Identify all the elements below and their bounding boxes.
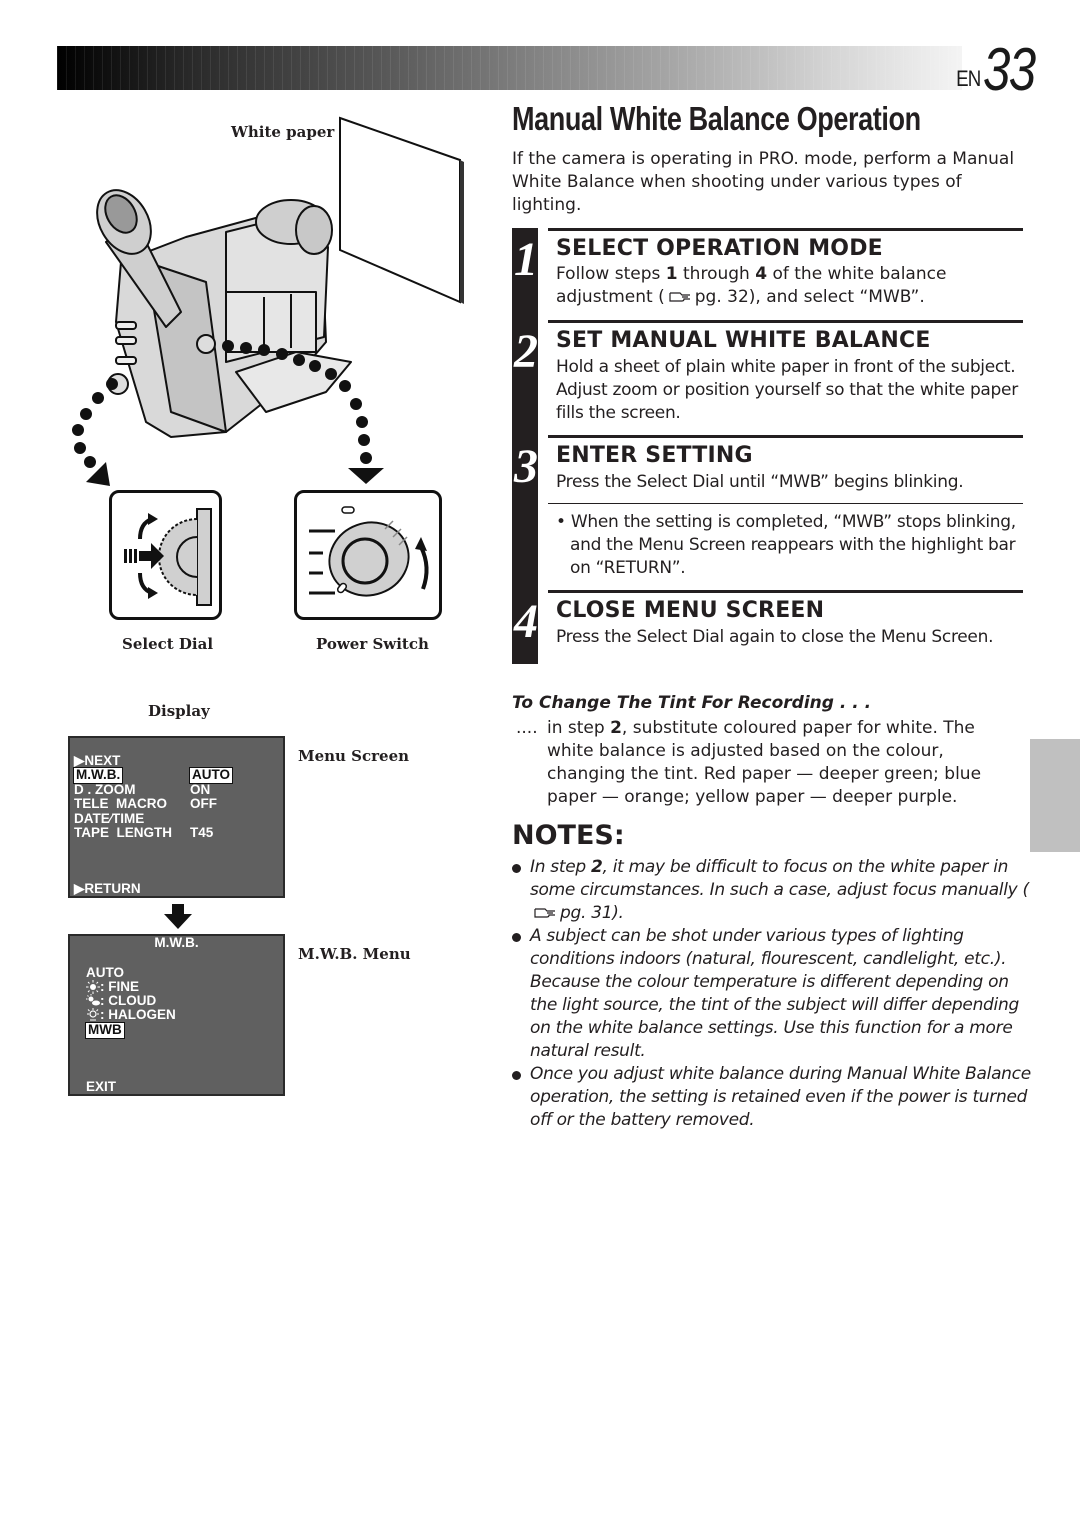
- text-span: , it may be difficult to focus on the wh…: [530, 857, 1029, 900]
- tint-leader: ....: [516, 718, 538, 738]
- white-paper-sheet: [339, 116, 464, 304]
- text-span: in step: [547, 718, 611, 738]
- mwb-menu-label: M.W.B. Menu: [298, 945, 411, 963]
- mwb-menu-osd: M.W.B. AUTO : FINE : CLOUD : HALOGEN MWB…: [68, 934, 285, 1096]
- step-3-heading: ENTER SETTING: [556, 443, 753, 468]
- camcorder-illustration: [72, 116, 464, 486]
- arrow-down-icon: [164, 904, 192, 929]
- osd-row-value: T45: [190, 825, 214, 840]
- camcorder-body: [96, 189, 352, 438]
- osd-row-label: M.W.B.: [72, 767, 124, 784]
- step-3-note: • When the setting is completed, “MWB” s…: [556, 512, 1016, 578]
- step-number-3: 3: [514, 440, 538, 493]
- step-ref: 4: [755, 264, 768, 284]
- note-item: Once you adjust white balance during Man…: [512, 1063, 1032, 1132]
- text-span: In step: [530, 857, 591, 877]
- mwb-item-mwb: MWB: [85, 1022, 125, 1039]
- step-ref: 1: [665, 264, 678, 284]
- step-number-2: 2: [514, 325, 538, 378]
- divider: [548, 590, 1023, 593]
- note-item: A subject can be shot under various type…: [512, 925, 1032, 1063]
- step-number-4: 4: [514, 595, 538, 648]
- pointing-hand-icon: [669, 292, 690, 302]
- step-ref: 2: [590, 857, 603, 877]
- divider: [548, 435, 1023, 438]
- select-dial-icon: [124, 508, 212, 606]
- tint-body: in step 2, substitute coloured paper for…: [547, 717, 1017, 809]
- step-1-heading: SELECT OPERATION MODE: [556, 236, 883, 261]
- intro-paragraph: If the camera is operating in PRO. mode,…: [512, 149, 1015, 215]
- osd-row-mwb: M.W.B. AUTO: [72, 767, 274, 784]
- step-4-body: Press the Select Dial again to close the…: [556, 627, 994, 647]
- osd-row-tape-length: TAPE LENGTH T45: [74, 825, 274, 841]
- page-number: EN 33: [954, 36, 1046, 103]
- power-switch-icon: [309, 506, 429, 597]
- page-prefix: EN: [955, 66, 981, 91]
- osd-return: ▶RETURN: [74, 881, 141, 896]
- note-item: In step 2, it may be difficult to focus …: [512, 856, 1032, 925]
- osd-row-value: OFF: [190, 796, 217, 811]
- tint-heading: To Change The Tint For Recording . . .: [512, 693, 872, 713]
- mwb-item-label: MWB: [85, 1022, 125, 1039]
- step-3-body: Press the Select Dial until “MWB” begins…: [556, 472, 964, 492]
- select-dial-label: Select Dial: [122, 635, 214, 653]
- power-switch-diagram: [294, 490, 442, 620]
- notes-heading: NOTES:: [512, 820, 625, 851]
- text-span: When the setting is completed, “MWB” sto…: [570, 512, 1016, 578]
- step-ref: 2: [610, 718, 622, 738]
- divider: [548, 320, 1023, 323]
- text-span: pg. 32), and select “MWB”.: [694, 287, 925, 307]
- mwb-menu-title: M.W.B.: [154, 935, 199, 950]
- osd-row-label: TELE MACRO: [74, 796, 167, 811]
- mwb-exit: EXIT: [86, 1079, 117, 1094]
- mwb-item-label: : HALOGEN: [100, 1007, 176, 1022]
- text-span: pg. 31).: [560, 903, 624, 923]
- step-2-body: Hold a sheet of plain white paper in fro…: [556, 357, 1018, 423]
- divider-thin: [548, 503, 1023, 504]
- step-4-heading: CLOSE MENU SCREEN: [556, 598, 825, 623]
- page-title: Manual White Balance Operation: [512, 100, 921, 137]
- step-1-body: Follow steps 1 through 4 of the white ba…: [556, 263, 1026, 309]
- section-tab: [1030, 739, 1080, 852]
- power-switch-label: Power Switch: [316, 635, 429, 653]
- osd-row-value: AUTO: [188, 767, 234, 784]
- page-number-value: 33: [983, 36, 1036, 103]
- menu-screen-label: Menu Screen: [298, 747, 410, 765]
- osd-row-label: TAPE LENGTH: [74, 825, 173, 840]
- halogen-icon: [87, 1008, 99, 1021]
- select-dial-diagram: [109, 490, 222, 620]
- divider: [548, 228, 1023, 231]
- notes-list: In step 2, it may be difficult to focus …: [512, 856, 1032, 1132]
- text-span: Follow steps: [556, 264, 666, 284]
- step-2-heading: SET MANUAL WHITE BALANCE: [556, 328, 931, 353]
- header-gradient-bar: [57, 46, 962, 90]
- menu-screen-osd: ▶ NEXT M.W.B. AUTO D . ZOOM ON TELE MACRO…: [68, 736, 285, 898]
- step-number-1: 1: [514, 233, 538, 286]
- cloud-icon: [86, 994, 100, 1006]
- display-label: Display: [148, 702, 210, 720]
- pointing-hand-icon: [534, 908, 555, 918]
- text-span: through: [677, 264, 756, 284]
- sun-icon: [86, 980, 100, 994]
- mwb-item-halogen: : HALOGEN: [86, 1007, 176, 1023]
- osd-row-tele-macro: TELE MACRO OFF: [74, 796, 274, 812]
